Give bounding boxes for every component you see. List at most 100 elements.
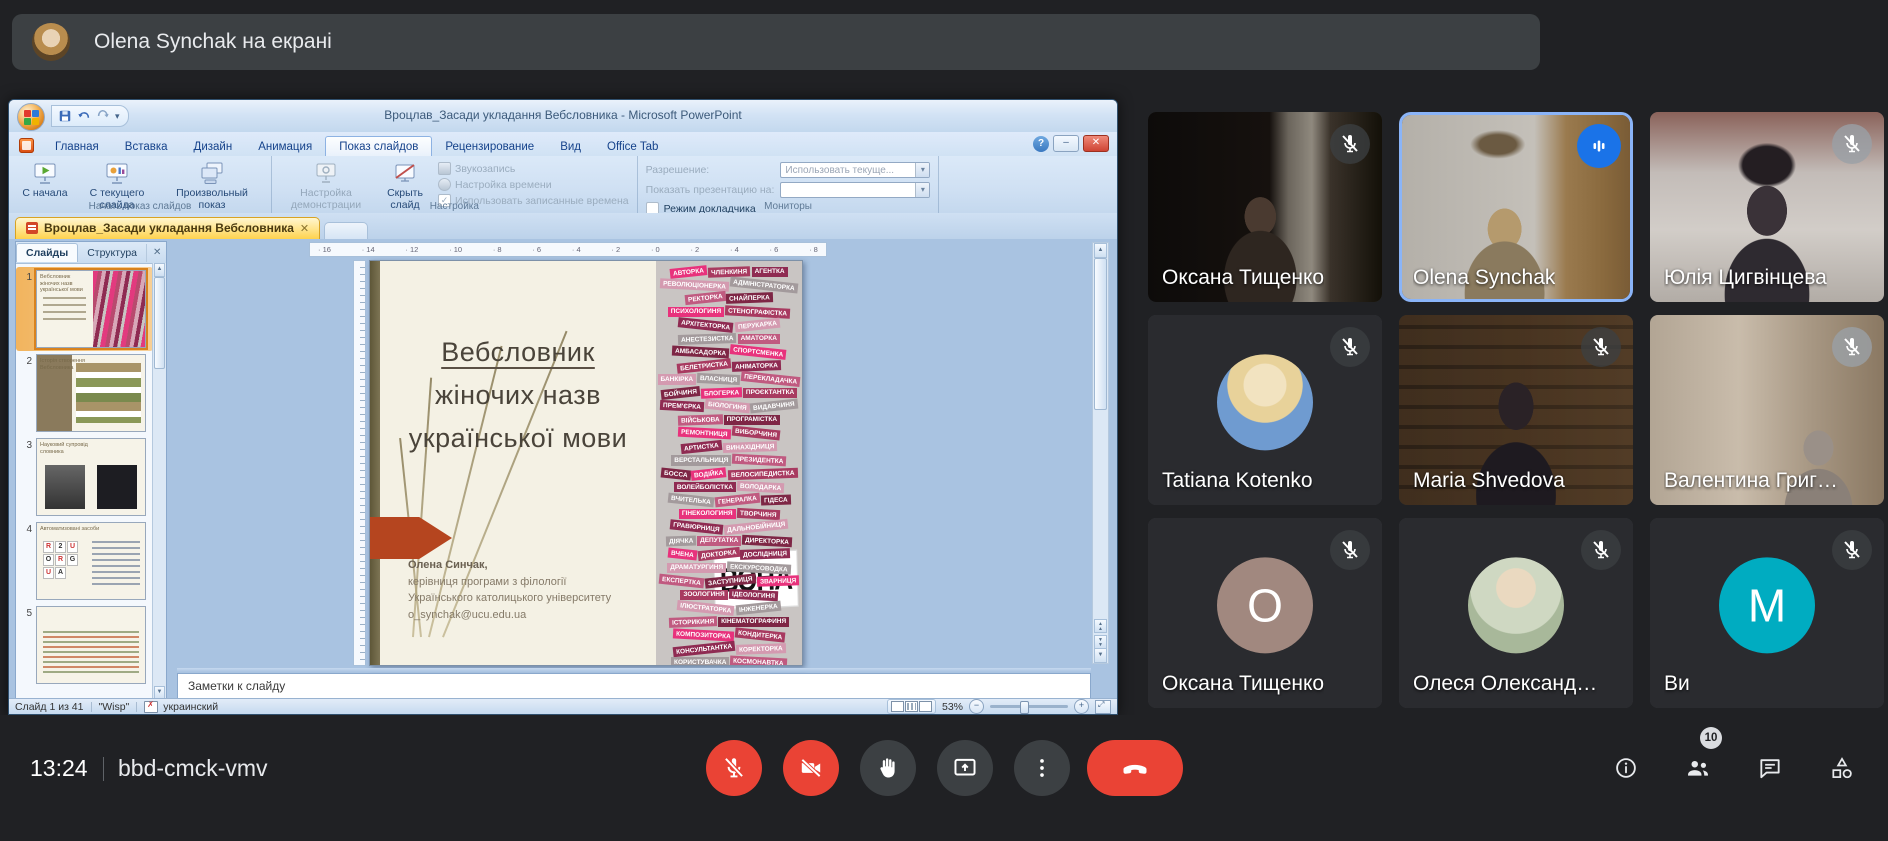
timer-icon xyxy=(438,178,451,191)
slide-thumbnail-preview: Вебсловник жіночих назв української мови xyxy=(36,270,146,348)
notes-splitter[interactable] xyxy=(177,668,1091,672)
participants-button[interactable] xyxy=(1685,755,1711,781)
ribbon-tab-Вид[interactable]: Вид xyxy=(547,137,594,156)
word-cloud-tag: БАНКІРКА xyxy=(658,374,697,384)
slide-sorter-view-icon[interactable] xyxy=(905,701,918,712)
scroll-down-icon[interactable]: ▼ xyxy=(1094,648,1107,663)
word-cloud-tag: ПРЕЗИДЕНТКА xyxy=(732,454,787,467)
scroll-up-icon[interactable]: ▲ xyxy=(154,263,165,277)
word-cloud-tag: КОНДИТЕРКА xyxy=(734,628,785,644)
slide-scrollbar[interactable]: ▲ ▲▲ ▼▼ ▼ xyxy=(1092,242,1109,664)
word-cloud-tag: АНІМАТОРКА xyxy=(732,360,781,372)
more-options-button[interactable] xyxy=(1014,740,1070,796)
present-screen-button[interactable] xyxy=(937,740,993,796)
word-cloud-tag: ІДЕОЛОГИНЯ xyxy=(728,588,777,601)
participant-tile[interactable]: MВи xyxy=(1650,518,1884,708)
zoom-slider[interactable] xyxy=(990,705,1068,708)
language-label[interactable]: украинский xyxy=(163,701,218,713)
ppt-workspace: Слайды Структура ✕ 1Вебсловник жіночих н… xyxy=(9,239,1117,701)
participant-tile[interactable]: Юлія Цигвінцева xyxy=(1650,112,1884,302)
slide-thumbnail-3[interactable]: 3Науковий супровід словника xyxy=(16,435,153,519)
window-controls: ? – ✕ xyxy=(1033,135,1117,156)
zoom-in-button[interactable]: + xyxy=(1074,699,1089,714)
mic-muted-icon xyxy=(1330,124,1370,164)
word-cloud-tag: БІОЛОГИНЯ xyxy=(704,399,750,414)
grid-letter: R xyxy=(43,541,54,553)
ruler-number: · 2 xyxy=(611,245,620,254)
participant-tile[interactable]: Tatiana Kotenko xyxy=(1148,315,1382,505)
slide-number: 2 xyxy=(20,354,32,367)
ribbon-tab-Рецензирование[interactable]: Рецензирование xyxy=(432,137,547,156)
slide-thumbnail-5[interactable]: 5 xyxy=(16,603,153,687)
ribbon-tab-Анимация[interactable]: Анимация xyxy=(245,137,325,156)
slideshow-button-1[interactable]: С начала xyxy=(17,159,73,200)
ruler-number: · 2 xyxy=(690,245,699,254)
slides-pane-tabs: Слайды Структура ✕ xyxy=(16,242,166,264)
presenting-banner: Olena Synchak на екрані xyxy=(12,14,1540,70)
raise-hand-button[interactable] xyxy=(860,740,916,796)
ribbon-tab-Office Tab[interactable]: Office Tab xyxy=(594,137,671,156)
resolution-dropdown[interactable]: Использовать текуще... xyxy=(780,162,930,178)
word-cloud-tag: ВЛАСНИЦЯ xyxy=(697,373,741,386)
slides-pane-scrollbar[interactable]: ▲ ▼ xyxy=(152,263,166,700)
end-call-button[interactable] xyxy=(1087,740,1183,796)
close-button[interactable]: ✕ xyxy=(1083,135,1109,152)
word-cloud-tag: ГРАВЮРНИЦЯ xyxy=(670,520,723,536)
fit-to-window-button[interactable] xyxy=(1095,700,1111,714)
word-cloud-tag: ВИДАВЧИНЯ xyxy=(750,399,799,414)
word-cloud-tag: КОРИСТУВАЧКА xyxy=(671,657,729,665)
notes-pane[interactable]: Заметки к слайду xyxy=(177,673,1091,699)
word-cloud-tag: ПРЕМ'ЄРКА xyxy=(660,400,704,413)
scrollbar-thumb[interactable] xyxy=(1094,258,1107,410)
minimize-button[interactable]: – xyxy=(1053,135,1079,152)
ribbon-tab-Вставка[interactable]: Вставка xyxy=(112,137,181,156)
zoom-slider-thumb[interactable] xyxy=(1020,701,1029,714)
pane-close-icon[interactable]: ✕ xyxy=(147,247,167,258)
ribbon-tab-Дизайн[interactable]: Дизайн xyxy=(181,137,246,156)
next-slide-button[interactable]: ▼▼ xyxy=(1094,635,1107,649)
participant-tile[interactable]: OОксана Тищенко xyxy=(1148,518,1382,708)
mic-muted-icon xyxy=(1581,530,1621,570)
spellcheck-icon[interactable] xyxy=(144,701,158,713)
show-on-dropdown[interactable] xyxy=(780,182,930,198)
slide-thumbnail-1[interactable]: 1Вебсловник жіночих назв української мов… xyxy=(16,267,153,351)
participant-tile[interactable]: Олеся Олександ… xyxy=(1399,518,1633,708)
info-icon xyxy=(1613,755,1639,781)
zoom-out-button[interactable]: − xyxy=(969,699,984,714)
slideshow-view-icon[interactable] xyxy=(919,701,932,712)
participant-tile[interactable]: Maria Shvedova xyxy=(1399,315,1633,505)
tab-slides[interactable]: Слайды xyxy=(16,243,78,262)
participant-tile[interactable]: Оксана Тищенко xyxy=(1148,112,1382,302)
ribbon-tab-Главная[interactable]: Главная xyxy=(42,137,112,156)
slide-canvas[interactable]: Вебсловник жіночих назв української мови… xyxy=(369,260,803,666)
mic-muted-icon xyxy=(1330,530,1370,570)
meeting-details-button[interactable] xyxy=(1613,755,1639,781)
scroll-up-icon[interactable]: ▲ xyxy=(1094,243,1107,258)
slide-thumbnail-2[interactable]: 2Історія створення Вебсловника xyxy=(16,351,153,435)
setup-show-icon xyxy=(313,160,339,186)
participant-tile[interactable]: Olena Synchak xyxy=(1399,112,1633,302)
participant-name: Ви xyxy=(1664,672,1690,696)
document-tab[interactable]: Вроцлав_Засади укладання Вебсловника ✕ xyxy=(15,217,320,239)
normal-view-icon[interactable] xyxy=(891,701,904,712)
word-cloud-tag: АНЕСТЕЗИСТКА xyxy=(678,333,737,346)
slide-thumbnail-4[interactable]: 4Автоматизовані засобиR2UORGUA xyxy=(16,519,153,603)
participant-tile[interactable]: Валентина Григ… xyxy=(1650,315,1884,505)
microphone-button[interactable] xyxy=(706,740,762,796)
presenter-avatar xyxy=(32,23,70,61)
activities-button[interactable] xyxy=(1829,755,1855,781)
camera-button[interactable] xyxy=(783,740,839,796)
record-narration-option[interactable]: Звукозапись xyxy=(438,162,629,175)
chat-button[interactable] xyxy=(1757,755,1783,781)
office-tab-addin-icon xyxy=(19,138,34,153)
ribbon-tab-Показ слайдов[interactable]: Показ слайдов xyxy=(325,136,432,156)
theme-label: "Wisp" xyxy=(99,701,130,713)
help-icon[interactable]: ? xyxy=(1033,136,1049,152)
scrollbar-thumb[interactable] xyxy=(154,277,165,369)
rehearse-timings-option[interactable]: Настройка времени xyxy=(438,178,629,191)
document-tab-close-icon[interactable]: ✕ xyxy=(300,222,309,235)
new-tab-stub[interactable] xyxy=(324,222,368,239)
tab-outline[interactable]: Структура xyxy=(78,244,147,262)
previous-slide-button[interactable]: ▲▲ xyxy=(1094,619,1107,633)
ppt-status-bar: Слайд 1 из 41 "Wisp" украинский 53% − + xyxy=(9,698,1117,714)
